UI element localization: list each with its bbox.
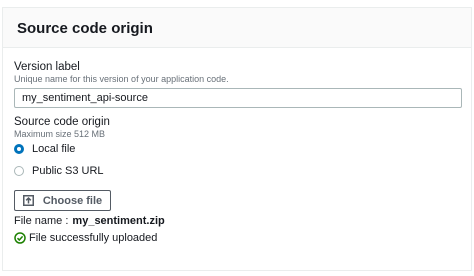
source-code-origin-description: Maximum size 512 MB: [14, 129, 106, 139]
version-description: Unique name for this version of your app…: [14, 74, 229, 84]
radio-local-file[interactable]: Local file: [14, 143, 75, 155]
radio-public-s3-url-label: Public S3 URL: [32, 165, 104, 177]
version-label: Version label: [14, 61, 80, 73]
file-name-label: File name :: [14, 215, 69, 227]
upload-status: File successfully uploaded: [14, 232, 157, 244]
upload-status-text: File successfully uploaded: [29, 232, 158, 244]
upload-icon: [22, 195, 34, 206]
file-name-row: File name : my_sentiment.zip: [14, 215, 165, 227]
choose-file-label: Choose file: [42, 194, 103, 207]
source-code-origin-label: Source code origin: [14, 116, 110, 128]
radio-button-unselected[interactable]: [14, 166, 24, 176]
radio-button-selected[interactable]: [14, 144, 24, 154]
radio-local-file-label: Local file: [32, 143, 76, 155]
choose-file-button[interactable]: Choose file: [14, 190, 111, 211]
radio-public-s3-url[interactable]: Public S3 URL: [14, 165, 104, 177]
check-circle-icon: [14, 232, 26, 244]
version-label-input[interactable]: [14, 88, 462, 108]
panel-title: Source code origin: [17, 20, 153, 37]
file-name-value: my_sentiment.zip: [72, 215, 165, 227]
panel-header: Source code origin: [3, 8, 471, 48]
